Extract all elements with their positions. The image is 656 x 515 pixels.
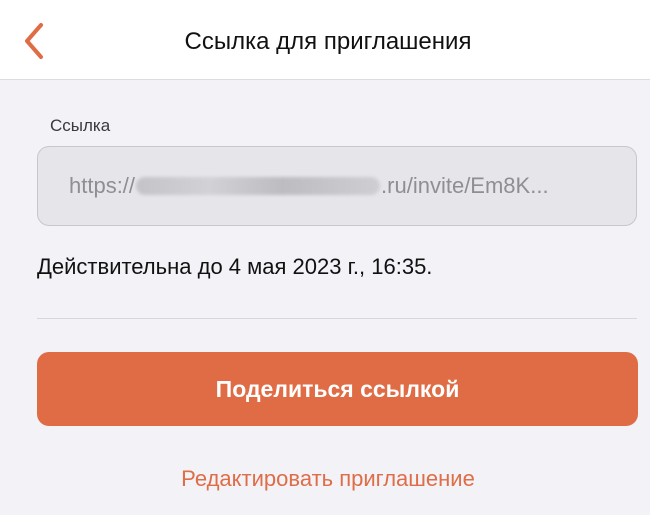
divider <box>37 318 637 319</box>
page-title: Ссылка для приглашения <box>184 28 472 55</box>
redacted-domain <box>136 177 381 195</box>
navigation-bar: Ссылка для приглашения <box>0 0 656 80</box>
share-link-button[interactable]: Поделиться ссылкой <box>37 352 638 426</box>
link-suffix: .ru/invite/Em8K... <box>381 173 549 198</box>
invite-link-screen: Ссылка для приглашения Ссылка https:// .… <box>0 0 656 515</box>
right-edge <box>650 0 656 515</box>
validity-text: Действительна до 4 мая 2023 г., 16:35. <box>37 254 433 279</box>
invite-link-field[interactable]: https:// .ru/invite/Em8K... <box>37 146 637 226</box>
link-field-label: Ссылка <box>50 116 111 135</box>
edit-invite-link[interactable]: Редактировать приглашение <box>0 466 656 492</box>
link-prefix: https:// <box>69 173 136 198</box>
